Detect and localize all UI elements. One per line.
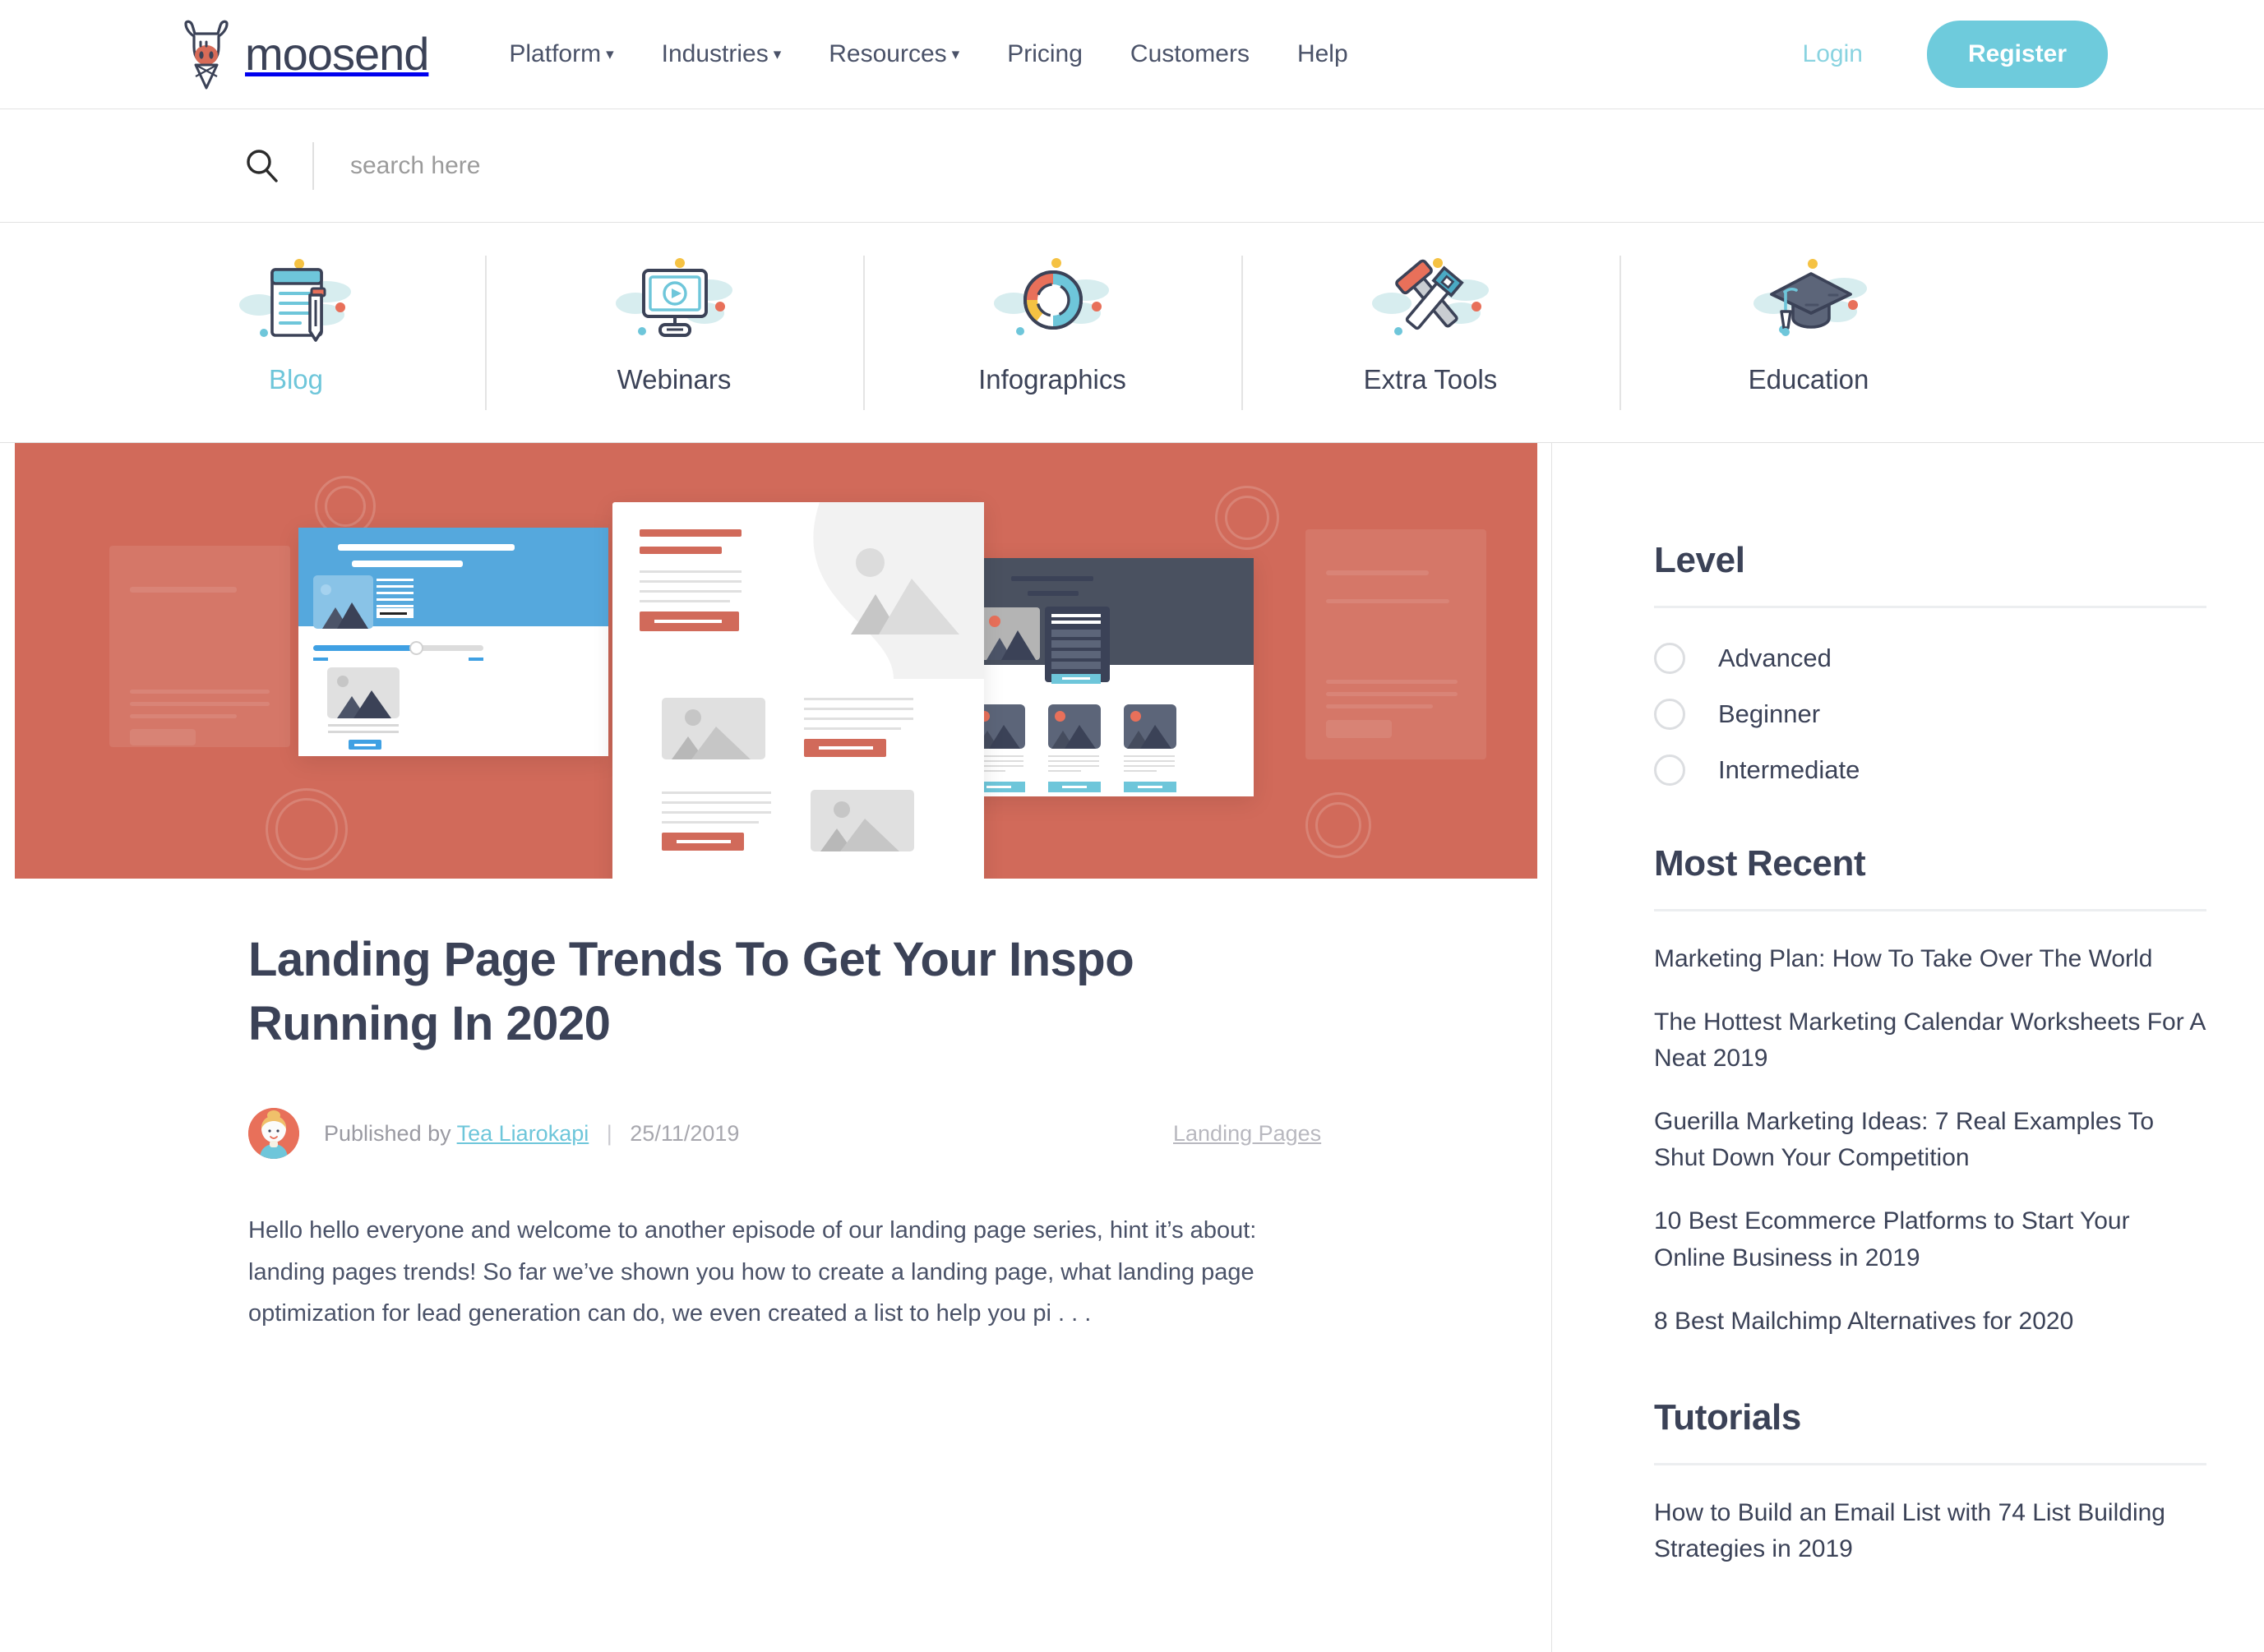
nav-item-industries[interactable]: Industries ▾	[662, 40, 782, 68]
article-column: Landing Page Trends To Get Your Inspo Ru…	[0, 443, 1552, 1652]
decor-ghost-line	[130, 690, 270, 694]
chevron-down-icon: ▾	[773, 46, 782, 63]
radio-icon[interactable]	[1654, 699, 1685, 730]
radio-icon[interactable]	[1654, 643, 1685, 674]
category-education[interactable]: Education	[1619, 255, 1998, 410]
sidebar-section-level: Level Advanced Beginner Intermediate	[1654, 540, 2264, 786]
decor-ghost-line	[130, 729, 196, 745]
decor-ghost-line	[1326, 599, 1449, 603]
category-label: Infographics	[978, 363, 1126, 395]
decor-ghost-line	[1326, 692, 1458, 696]
category-label: Extra Tools	[1363, 363, 1498, 395]
search-input[interactable]	[350, 151, 1090, 180]
meta-separator: |	[606, 1120, 612, 1146]
sidebar-section-tutorials: Tutorials How to Build an Email List wit…	[1654, 1397, 2264, 1567]
level-option-intermediate[interactable]: Intermediate	[1654, 754, 2264, 786]
page-content: Landing Page Trends To Get Your Inspo Ru…	[0, 443, 2264, 1652]
notepad-pencil-icon	[234, 256, 358, 346]
tutorials-list: How to Build an Email List with 74 List …	[1654, 1495, 2264, 1567]
level-option-beginner[interactable]: Beginner	[1654, 699, 2264, 730]
sidebar-section-most-recent: Most Recent Marketing Plan: How To Take …	[1654, 843, 2264, 1340]
donut-chart-icon	[991, 256, 1114, 346]
decor-ghost-line	[130, 714, 237, 718]
list-item[interactable]: The Hottest Marketing Calendar Worksheet…	[1654, 1004, 2206, 1077]
list-item[interactable]: How to Build an Email List with 74 List …	[1654, 1495, 2206, 1567]
decor-ghost-line	[1326, 680, 1458, 684]
section-divider	[1654, 1462, 2206, 1465]
brand-logo[interactable]: moosend	[179, 19, 429, 90]
graduation-cap-icon	[1747, 256, 1870, 346]
category-label: Webinars	[617, 363, 732, 395]
decor-ring	[266, 788, 348, 870]
login-link[interactable]: Login	[1803, 40, 1863, 68]
search-divider	[312, 141, 314, 190]
avatar	[248, 1108, 299, 1160]
list-item[interactable]: 10 Best Ecommerce Platforms to Start You…	[1654, 1203, 2206, 1276]
decor-ghost-line	[130, 702, 270, 706]
list-item[interactable]: Marketing Plan: How To Take Over The Wor…	[1654, 941, 2206, 977]
decor-ghost-line	[130, 587, 237, 593]
article-category-tag[interactable]: Landing Pages	[1173, 1121, 1321, 1147]
section-heading-tutorials: Tutorials	[1654, 1396, 1801, 1437]
author-link[interactable]: Tea Liarokapi	[457, 1121, 589, 1146]
section-divider	[1654, 909, 2206, 911]
category-navigation: Blog Webinars Infographics Extra Tools E…	[0, 223, 2264, 443]
monitor-play-icon	[612, 256, 736, 346]
mock-card-left	[298, 528, 608, 756]
section-heading-level: Level	[1654, 540, 1745, 580]
published-prefix: Published by	[324, 1120, 451, 1146]
publish-info: Published by Tea Liarokapi | 25/11/2019	[324, 1121, 739, 1147]
brand-name: moosend	[245, 28, 429, 80]
level-label: Advanced	[1718, 644, 1832, 672]
category-infographics[interactable]: Infographics	[863, 255, 1241, 410]
nav-item-pricing[interactable]: Pricing	[1007, 40, 1083, 68]
category-extra-tools[interactable]: Extra Tools	[1241, 255, 1619, 410]
category-label: Blog	[268, 363, 324, 395]
list-item[interactable]: 8 Best Mailchimp Alternatives for 2020	[1654, 1304, 2206, 1340]
category-label: Education	[1748, 363, 1869, 395]
top-navigation-bar: moosend Platform ▾ Industries ▾ Resources ▾…	[0, 0, 2264, 109]
article-hero-image[interactable]	[15, 443, 1537, 879]
chevron-down-icon: ▾	[951, 46, 960, 63]
level-filter-list: Advanced Beginner Intermediate	[1654, 643, 2264, 786]
search-icon[interactable]	[243, 147, 281, 185]
decor-ghost-line	[1326, 704, 1433, 708]
radio-icon[interactable]	[1654, 754, 1685, 786]
moose-logo-icon	[179, 19, 233, 90]
article-body: Landing Page Trends To Get Your Inspo Ru…	[0, 879, 1551, 1334]
primary-menu: Platform ▾ Industries ▾ Resources ▾ Pricing…	[509, 40, 1395, 68]
decor-ghost-line	[1326, 720, 1392, 738]
decor-ring	[1215, 486, 1279, 550]
hammer-wrench-icon	[1369, 256, 1492, 346]
most-recent-list: Marketing Plan: How To Take Over The Wor…	[1654, 941, 2264, 1340]
level-label: Intermediate	[1718, 755, 1860, 784]
section-divider	[1654, 606, 2206, 608]
section-heading-most-recent: Most Recent	[1654, 843, 1866, 884]
nav-item-resources[interactable]: Resources ▾	[829, 40, 959, 68]
search-bar	[0, 109, 2264, 223]
article-excerpt: Hello hello everyone and welcome to anot…	[248, 1217, 1257, 1327]
list-item[interactable]: Guerilla Marketing Ideas: 7 Real Example…	[1654, 1104, 2206, 1176]
level-label: Beginner	[1718, 699, 1821, 728]
article-meta: Published by Tea Liarokapi | 25/11/2019 …	[248, 1108, 1551, 1160]
register-button[interactable]: Register	[1926, 21, 2108, 88]
nav-item-platform[interactable]: Platform ▾	[509, 40, 613, 68]
decor-ghost-line	[1326, 570, 1429, 575]
decor-ring	[1305, 792, 1371, 858]
category-blog[interactable]: Blog	[107, 256, 485, 410]
publish-date: 25/11/2019	[630, 1120, 740, 1146]
chevron-down-icon: ▾	[606, 46, 614, 63]
sidebar: Level Advanced Beginner Intermediate Mos…	[1552, 443, 2264, 1652]
level-option-advanced[interactable]: Advanced	[1654, 643, 2264, 674]
mock-card-right	[966, 558, 1254, 796]
page-title: Landing Page Trends To Get Your Inspo Ru…	[248, 933, 1134, 1050]
nav-item-help[interactable]: Help	[1297, 40, 1348, 68]
mock-card-center	[612, 502, 984, 879]
category-webinars[interactable]: Webinars	[485, 255, 863, 410]
nav-item-customers[interactable]: Customers	[1130, 40, 1250, 68]
account-actions: Login Register	[1803, 21, 2108, 88]
